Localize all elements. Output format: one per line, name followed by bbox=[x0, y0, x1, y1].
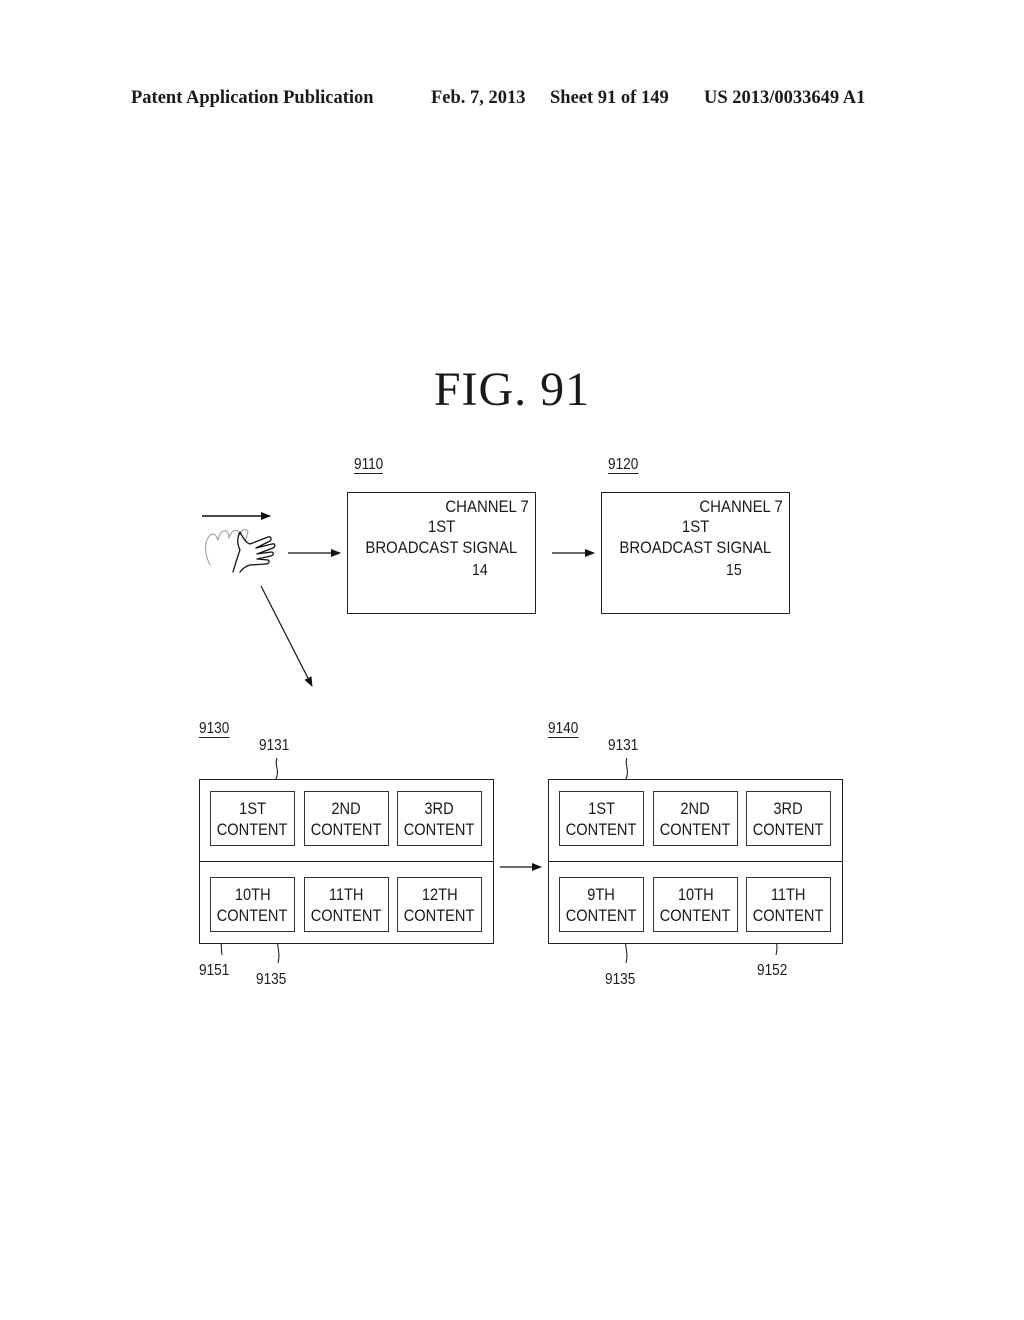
arrow-to-9130 bbox=[260, 585, 313, 687]
content-item[interactable]: 3RD CONTENT bbox=[746, 791, 831, 846]
content-item[interactable]: 1ST CONTENT bbox=[559, 791, 644, 846]
content-grid-9130: 1ST CONTENT 2ND CONTENT 3RD CONTENT 10TH CON… bbox=[199, 779, 494, 944]
leader-9131-right bbox=[625, 757, 628, 780]
content-item[interactable]: 12TH CONTENT bbox=[397, 877, 482, 932]
broadcast-ordinal: 1ST bbox=[427, 517, 456, 536]
ref-9140: 9140 bbox=[548, 720, 579, 738]
channel-label: CHANNEL 7 bbox=[445, 497, 529, 516]
leader-9131-left bbox=[275, 757, 278, 780]
tv-screen-9110: CHANNEL 7 1ST BROADCAST SIGNAL 14 bbox=[347, 492, 536, 614]
ref-9135-right: 9135 bbox=[605, 971, 636, 988]
content-item[interactable]: 9TH CONTENT bbox=[559, 877, 644, 932]
volume-value: 14 bbox=[472, 562, 488, 579]
tv-screen-9120: CHANNEL 7 1ST BROADCAST SIGNAL 15 bbox=[601, 492, 790, 614]
row-divider bbox=[549, 861, 842, 862]
ref-9120: 9120 bbox=[608, 456, 639, 474]
broadcast-ordinal: 1ST bbox=[681, 517, 710, 536]
content-item[interactable]: 2ND CONTENT bbox=[304, 791, 389, 846]
content-item[interactable]: 1ST CONTENT bbox=[210, 791, 295, 846]
channel-label: CHANNEL 7 bbox=[699, 497, 783, 516]
content-item[interactable]: 11TH CONTENT bbox=[746, 877, 831, 932]
content-item[interactable]: 10TH CONTENT bbox=[210, 877, 295, 932]
ref-9131-left: 9131 bbox=[259, 737, 290, 754]
content-item[interactable]: 2ND CONTENT bbox=[653, 791, 738, 846]
content-item[interactable]: 11TH CONTENT bbox=[304, 877, 389, 932]
ref-9152: 9152 bbox=[757, 962, 788, 979]
content-item[interactable]: 10TH CONTENT bbox=[653, 877, 738, 932]
content-item[interactable]: 3RD CONTENT bbox=[397, 791, 482, 846]
hand-swipe-right-icon bbox=[205, 529, 276, 573]
row-divider bbox=[200, 861, 493, 862]
diagram-lines bbox=[202, 512, 778, 964]
ref-9131-right: 9131 bbox=[608, 737, 639, 754]
ref-9151: 9151 bbox=[199, 962, 230, 979]
broadcast-signal-label: BROADCAST SIGNAL bbox=[619, 538, 772, 557]
content-grid-9140: 1ST CONTENT 2ND CONTENT 3RD CONTENT 9TH CONT… bbox=[548, 779, 843, 944]
ref-9130: 9130 bbox=[199, 720, 230, 738]
ref-9135-left: 9135 bbox=[256, 971, 287, 988]
broadcast-signal-label: BROADCAST SIGNAL bbox=[365, 538, 518, 557]
ref-9110: 9110 bbox=[354, 456, 384, 474]
volume-value: 15 bbox=[726, 562, 742, 579]
